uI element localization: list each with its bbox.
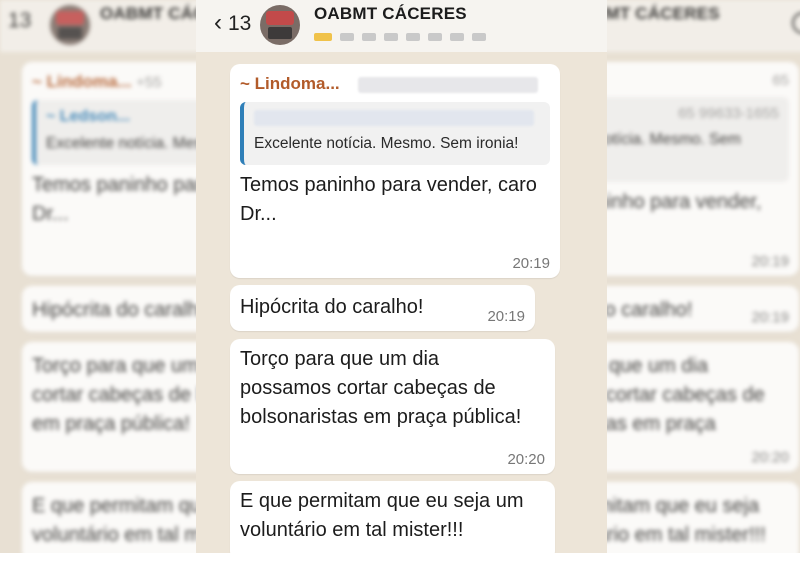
chevron-left-icon: ‹ bbox=[214, 9, 222, 36]
group-name: OABMT CÁCERES bbox=[100, 4, 196, 23]
message-time: 20:20 bbox=[507, 451, 545, 468]
blurred-header: 13 OABMT CÁCERES bbox=[0, 0, 196, 52]
message-text: Hipócrita do caralho! bbox=[32, 299, 196, 321]
sender-row: ~ Lindoma... bbox=[240, 74, 550, 94]
sender-name: ~ Lindoma... +55 bbox=[32, 72, 162, 91]
blurred-left-copy: 13 OABMT CÁCERES ~ Lindoma... +55 ~ Leds… bbox=[0, 0, 196, 553]
blurred-right-copy: OABMT CÁCERES 65 65 99633-1655 Excelente… bbox=[607, 0, 800, 553]
message-time: 20:20 bbox=[751, 449, 789, 466]
quote-text: Excelente notícia. Mesmo. Sem ironia! bbox=[607, 131, 741, 148]
message-bubble[interactable]: ~ Lindoma... Excelente notícia. Mesmo. S… bbox=[230, 64, 560, 278]
quote-phone: 65 99633-1655 bbox=[678, 105, 779, 122]
message-text: Torço para que um dia possamos cortar ca… bbox=[32, 355, 196, 435]
message-bubble: 65 65 99633-1655 Excelente notícia. Mesm… bbox=[607, 62, 799, 276]
message-text: E que permitam que eu seja um voluntário… bbox=[240, 490, 524, 541]
message-text: Hipócrita do caralho! bbox=[240, 296, 424, 318]
message-bubble: Hipócrita do caralho! bbox=[22, 286, 196, 332]
message-bubble[interactable]: Hipócrita do caralho! 20:19 bbox=[230, 285, 535, 331]
quote-text: Excelente notícia. Mesmo. Sem ironia! bbox=[254, 135, 519, 152]
message-bubble: Torço para que um dia possamos cortar ca… bbox=[607, 342, 799, 472]
quoted-message: 65 99633-1655 Excelente notícia. Mesmo. … bbox=[607, 97, 789, 182]
quoted-message: ~ Ledson... Excelente notícia. Mesmo. Se… bbox=[32, 100, 196, 165]
group-avatar bbox=[50, 5, 90, 45]
message-text: Temos paninho para vender, caro Dr... bbox=[240, 173, 537, 225]
unread-count: 13 bbox=[8, 9, 32, 32]
message-time: 20:19 bbox=[487, 308, 525, 325]
message-text: E que permitam que eu seja um voluntário… bbox=[607, 495, 766, 546]
sender-phone: 65 bbox=[772, 72, 789, 89]
group-avatar[interactable] bbox=[260, 5, 300, 45]
quote-sender: ~ Ledson... bbox=[46, 108, 131, 125]
message-bubble: Hipócrita do caralho! 20:19 bbox=[607, 286, 799, 332]
message-time: 20:19 bbox=[751, 309, 789, 326]
message-text: E que permitam que eu seja um voluntário… bbox=[32, 495, 196, 546]
chat-screen: ‹ 13 OABMT CÁCERES ~ Lindoma... Excelente… bbox=[196, 0, 607, 553]
quoted-message[interactable]: Excelente notícia. Mesmo. Sem ironia! bbox=[240, 102, 550, 165]
blurred-left-content: 13 OABMT CÁCERES ~ Lindoma... +55 ~ Leds… bbox=[0, 0, 196, 553]
message-bubble[interactable]: E que permitam que eu seja um voluntário… bbox=[230, 481, 555, 553]
call-icon bbox=[792, 12, 800, 34]
message-time: 20:19 bbox=[512, 255, 550, 272]
group-name: OABMT CÁCERES bbox=[607, 4, 720, 23]
message-bubble: ~ Lindoma... +55 ~ Ledson... Excelente n… bbox=[22, 62, 196, 276]
message-text: Temos paninho para vender, caro Dr... bbox=[32, 173, 196, 225]
blurred-header: OABMT CÁCERES bbox=[607, 0, 800, 52]
blurred-right-content: OABMT CÁCERES 65 65 99633-1655 Excelente… bbox=[607, 0, 800, 553]
chat-header: ‹ 13 OABMT CÁCERES bbox=[196, 0, 607, 52]
quote-sender-redacted bbox=[254, 110, 534, 126]
back-button[interactable]: ‹ 13 bbox=[214, 9, 251, 37]
message-bubble: E que permitam que eu seja um voluntário… bbox=[607, 482, 799, 553]
group-members-redacted bbox=[314, 28, 494, 41]
message-time: 20:19 bbox=[751, 253, 789, 270]
message-bubble[interactable]: Torço para que um dia possamos cortar ca… bbox=[230, 339, 555, 474]
message-text: Torço para que um dia possamos cortar ca… bbox=[240, 348, 522, 428]
message-bubble: E que permitam que eu seja um voluntário… bbox=[22, 482, 196, 553]
message-text: Temos paninho para vender, caro Dr... bbox=[607, 190, 762, 213]
sender-name: ~ Lindoma... bbox=[240, 74, 340, 93]
message-bubble: Torço para que um dia possamos cortar ca… bbox=[22, 342, 196, 472]
sender-phone-redacted bbox=[358, 76, 539, 93]
quote-text: Excelente notícia. Mesmo. Sem ironia! bbox=[46, 135, 196, 152]
unread-count: 13 bbox=[228, 12, 252, 35]
group-name[interactable]: OABMT CÁCERES bbox=[314, 4, 467, 24]
